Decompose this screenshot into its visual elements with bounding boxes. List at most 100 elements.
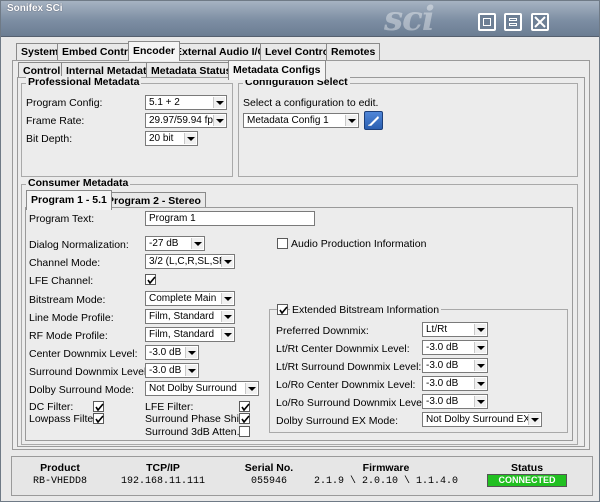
line-mode-select[interactable]: Film, Standard [145,309,235,324]
audio-production-checkbox[interactable] [277,238,288,249]
bit-depth-label: Bit Depth: [26,133,73,145]
tab-external-audio[interactable]: External Audio I/O [170,43,271,61]
audio-production-label: Audio Production Information [291,238,427,250]
chevron-down-icon [474,324,486,335]
product-value: RB-VHEDD8 [32,476,88,487]
chevron-down-icon [221,256,233,267]
loro-center-label: Lo/Ro Center Downmix Level: [276,379,416,391]
extended-bitstream-label: Extended Bitstream Information [290,304,442,316]
chevron-down-icon [221,293,233,304]
program-config-label: Program Config: [26,97,103,109]
chevron-down-icon [184,133,196,144]
dolby-ex-label: Dolby Surround EX Mode: [276,415,398,427]
lowpass-filter-checkbox[interactable] [93,413,104,424]
main-tab-bar: System Embed Control Encoder External Au… [16,41,576,61]
app-window: Sonifex SCi sci System Embed Control Enc… [0,0,600,502]
lfe-channel-label: LFE Channel: [29,275,94,287]
chevron-down-icon [221,329,233,340]
ltrt-surround-label: Lt/Rt Surround Downmix Level: [276,361,422,373]
ltrt-center-label: Lt/Rt Center Downmix Level: [276,343,410,355]
bitstream-mode-select[interactable]: Complete Main [145,291,235,306]
chevron-down-icon [474,360,486,371]
minimize-button[interactable] [504,13,522,31]
firmware-value: 2.1.9 \ 2.0.10 \ 1.1.4.0 [313,476,459,487]
edit-pencil-icon [368,116,379,126]
tab-metadata-configs[interactable]: Metadata Configs [228,60,326,80]
checkmark-icon [241,403,250,412]
chevron-down-icon [185,347,197,358]
sci-logo: sci [384,0,435,39]
bitstream-mode-label: Bitstream Mode: [29,294,106,306]
restore-button[interactable] [478,13,496,31]
close-icon [534,16,546,28]
restore-icon [483,18,491,26]
chevron-down-icon [474,342,486,353]
atten-checkbox[interactable] [239,426,250,437]
dolby-surround-select[interactable]: Not Dolby Surround [145,381,259,396]
tab-encoder[interactable]: Encoder [128,41,181,61]
status-bar: Product RB-VHEDD8 TCP/IP 192.168.11.111 … [11,456,593,496]
phase-shift-label: Surround Phase Shift: [145,413,248,425]
dolby-ex-select[interactable]: Not Dolby Surround EX [422,412,542,427]
loro-center-select[interactable]: -3.0 dB [422,376,488,391]
chevron-down-icon [213,115,225,126]
tcpip-value: 192.168.11.111 [120,476,206,487]
loro-surround-label: Lo/Ro Surround Downmix Level: [276,397,428,409]
dialog-norm-select[interactable]: -27 dB [145,236,205,251]
lfe-filter-label: LFE Filter: [145,401,194,413]
program-text-input[interactable]: Program 1 [145,211,315,226]
tab-remotes[interactable]: Remotes [326,43,381,61]
preferred-downmix-label: Preferred Downmix: [276,325,369,337]
loro-surround-select[interactable]: -3.0 dB [422,394,488,409]
lowpass-filter-label: Lowpass Filter: [29,413,100,425]
close-button[interactable] [531,13,549,31]
config-instruction: Select a configuration to edit. [243,97,379,109]
extended-bitstream-checkbox[interactable] [277,304,288,315]
dialog-norm-label: Dialog Normalization: [29,239,129,251]
bit-depth-select[interactable]: 20 bit [145,131,198,146]
rf-mode-select[interactable]: Film, Standard [145,327,235,342]
edit-config-button[interactable] [364,111,383,130]
preferred-downmix-select[interactable]: Lt/Rt [422,322,488,337]
surround-downmix-select[interactable]: -3.0 dB [145,363,199,378]
serial-header: Serial No. [244,462,294,474]
minimize-icon [509,18,517,21]
frame-rate-select[interactable]: 29.97/59.94 fps [145,113,227,128]
chevron-down-icon [528,414,540,425]
status-badge: CONNECTED [487,474,567,487]
atten-label: Surround 3dB Atten.: [145,426,243,438]
channel-mode-label: Channel Mode: [29,257,101,269]
center-downmix-label: Center Downmix Level: [29,348,138,360]
product-header: Product [40,462,80,474]
chevron-down-icon [245,383,257,394]
channel-mode-select[interactable]: 3/2 (L,C,R,SL,SR) [145,254,235,269]
tab-program-1[interactable]: Program 1 - 5.1 [26,190,112,210]
rf-mode-label: RF Mode Profile: [29,330,108,342]
professional-metadata-title: Professional Metadata [26,76,142,88]
center-downmix-select[interactable]: -3.0 dB [145,345,199,360]
line-mode-label: Line Mode Profile: [29,312,114,324]
phase-shift-checkbox[interactable] [239,413,250,424]
lfe-filter-checkbox[interactable] [239,401,250,412]
status-header: Status [510,462,544,474]
program-text-label: Program Text: [29,213,95,225]
consumer-metadata-title: Consumer Metadata [26,177,131,189]
tcpip-header: TCP/IP [146,462,180,474]
chevron-down-icon [474,396,486,407]
checkmark-icon [95,403,104,412]
dc-filter-checkbox[interactable] [93,401,104,412]
chevron-down-icon [185,365,197,376]
ltrt-center-select[interactable]: -3.0 dB [422,340,488,355]
lfe-channel-checkbox[interactable] [145,274,156,285]
checkmark-icon [95,415,104,424]
checkmark-icon [241,415,250,424]
window-title: Sonifex SCi [7,3,63,14]
firmware-header: Firmware [362,462,410,474]
program-config-select[interactable]: 5.1 + 2 [145,95,227,110]
ltrt-surround-select[interactable]: -3.0 dB [422,358,488,373]
serial-value: 055946 [250,476,288,487]
checkmark-icon [279,306,288,315]
dolby-surround-label: Dolby Surround Mode: [29,384,135,396]
chevron-down-icon [221,311,233,322]
configuration-select[interactable]: Metadata Config 1 [243,113,359,128]
